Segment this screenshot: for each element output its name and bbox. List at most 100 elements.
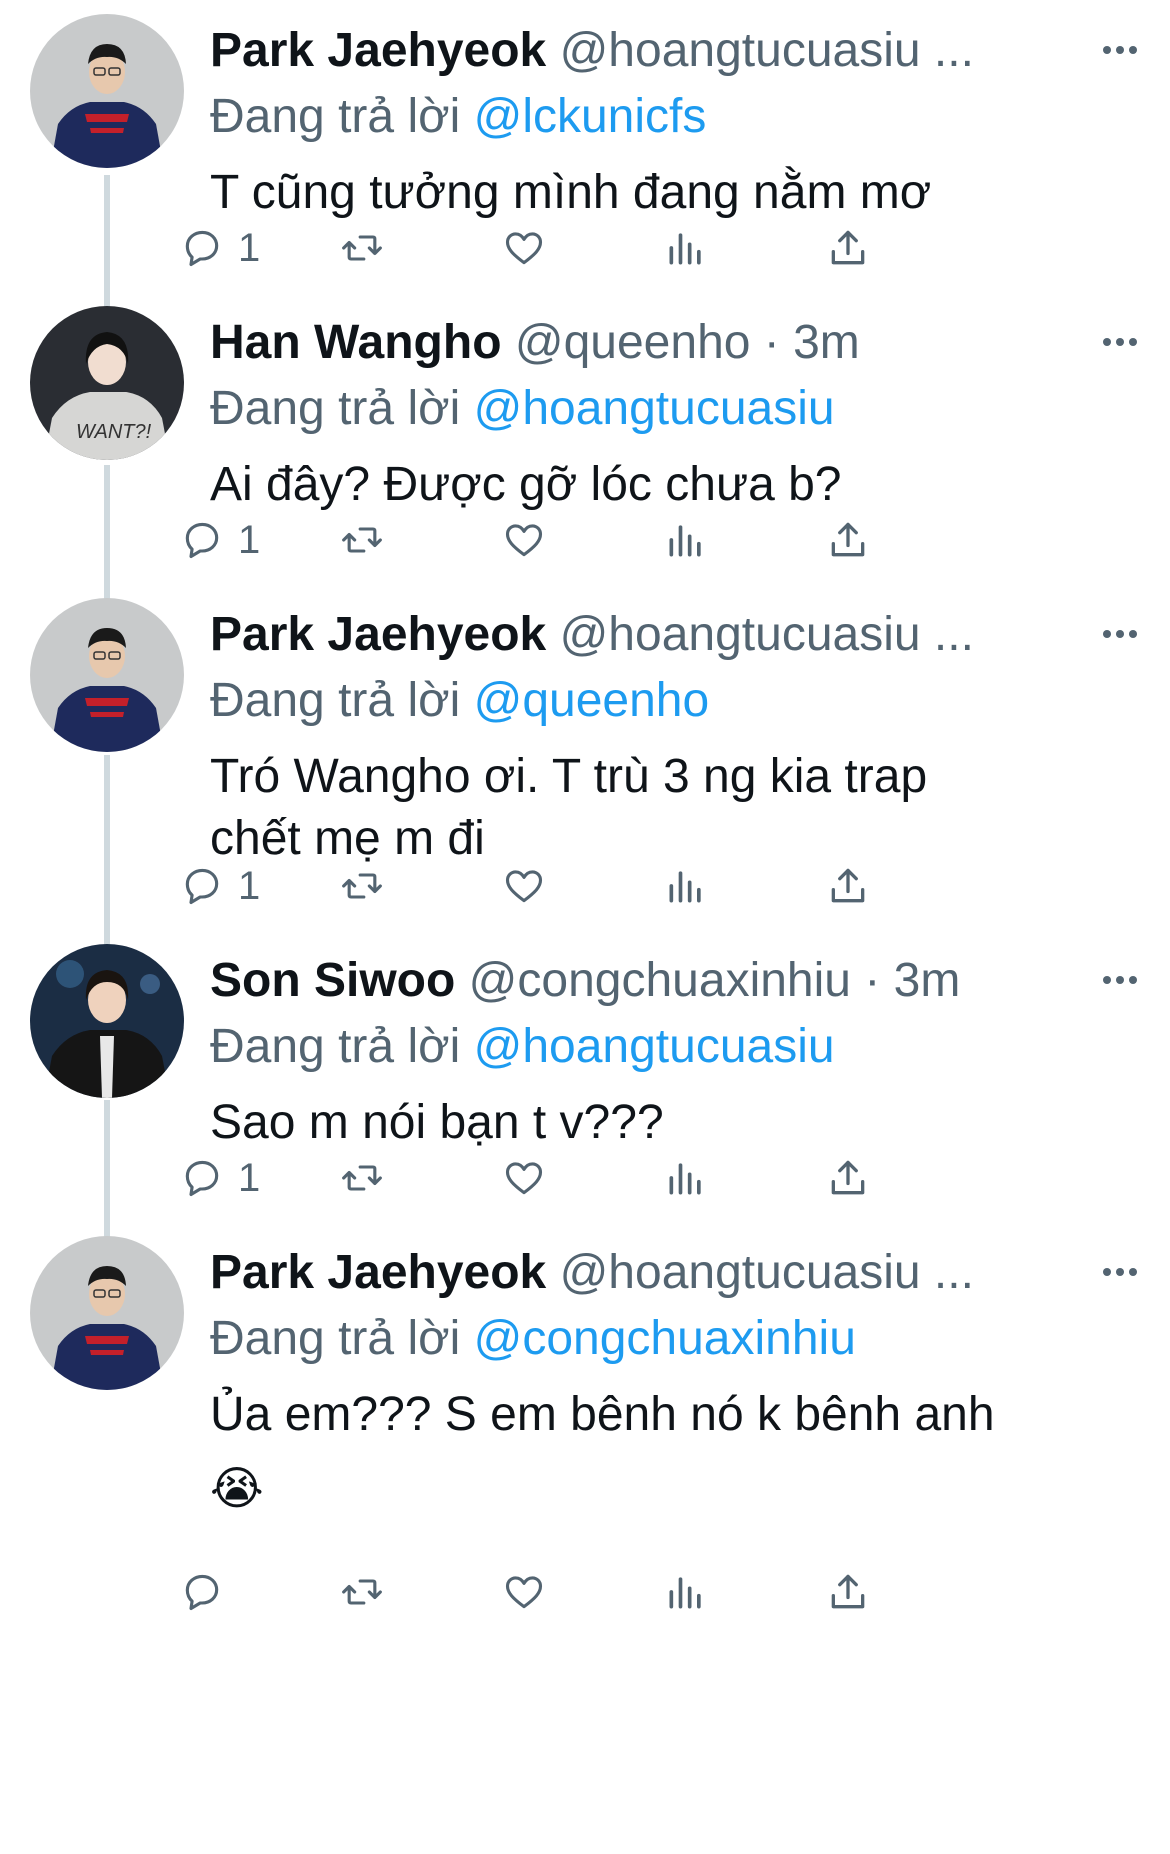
share-button[interactable] [826,856,870,916]
reply-mention[interactable]: @queenho [474,674,710,727]
handle[interactable]: @queenho · 3m [515,316,860,369]
reply-icon [185,868,219,905]
retweet-icon [342,235,382,261]
heart-icon [505,1576,543,1609]
replying-to: Đang trả lời @hoangtucuasiu [210,380,835,438]
replying-to: Đang trả lời @hoangtucuasiu [210,1018,835,1076]
heart-icon [505,232,543,265]
handle[interactable]: @hoangtucuasiu ... [560,1246,974,1299]
reply-count: 1 [238,225,261,270]
display-name[interactable]: Son Siwoo [210,954,455,1007]
reply-mention[interactable]: @lckunicfs [474,90,707,143]
reply-count: 1 [238,1155,261,1200]
reply-button[interactable] [180,1562,238,1622]
tweet-header: Park Jaehyeok @hoangtucuasiu ... [210,22,1120,80]
avatar[interactable] [30,1236,184,1390]
tweet-header: Han Wangho @queenho · 3m [210,314,1120,372]
reply-icon [185,522,219,559]
tweet[interactable]: WANT?! Han Wangho @queenho · 3m Đang trả… [0,292,1170,582]
share-icon [831,1160,865,1195]
reply-prefix: Đang trả lời [210,674,461,727]
reply-button[interactable]: 1 [180,1148,260,1208]
reply-prefix: Đang trả lời [210,1020,461,1073]
reply-button[interactable]: 1 [180,510,260,570]
avatar[interactable] [30,598,184,752]
views-button[interactable] [664,1562,708,1622]
share-button[interactable] [826,1148,870,1208]
more-options-icon[interactable] [1090,614,1150,654]
action-bar: 1 [185,218,1030,278]
views-button[interactable] [664,218,708,278]
share-icon [831,868,865,903]
views-button[interactable] [664,510,708,570]
reply-prefix: Đang trả lời [210,90,461,143]
like-button[interactable] [502,1562,546,1622]
avatar-hoodie: WANT?! [30,306,184,460]
reply-prefix: Đang trả lời [210,1312,461,1365]
views-button[interactable] [664,856,708,916]
tweet-header: Park Jaehyeok @hoangtucuasiu ... [210,606,1120,664]
share-icon [831,522,865,557]
avatar-jersey [30,14,184,168]
more-options-icon[interactable] [1090,30,1150,70]
retweet-button[interactable] [340,218,384,278]
views-button[interactable] [664,1148,708,1208]
tweet-header: Son Siwoo @congchuaxinhiu · 3m [210,952,1120,1010]
tweet[interactable]: Park Jaehyeok @hoangtucuasiu ... Đang tr… [0,0,1170,290]
reply-mention[interactable]: @congchuaxinhiu [474,1312,856,1365]
handle[interactable]: @hoangtucuasiu ... [560,608,974,661]
avatar-jersey [30,1236,184,1390]
handle[interactable]: @hoangtucuasiu ... [560,24,974,77]
more-options-icon[interactable] [1090,1252,1150,1292]
retweet-button[interactable] [340,1148,384,1208]
reply-button[interactable]: 1 [180,218,260,278]
retweet-button[interactable] [340,856,384,916]
like-button[interactable] [502,856,546,916]
reply-icon [185,1574,219,1611]
avatar[interactable] [30,944,184,1098]
analytics-icon [669,233,701,265]
retweet-button[interactable] [340,510,384,570]
action-bar [185,1562,1030,1622]
share-button[interactable] [826,510,870,570]
replying-to: Đang trả lời @queenho [210,672,709,730]
svg-text:WANT?!: WANT?! [76,421,152,443]
like-button[interactable] [502,1148,546,1208]
like-button[interactable] [502,510,546,570]
heart-icon [505,1162,543,1195]
tweet-text: Ủa em??? S em bênh nó k bênh anh [210,1388,995,1441]
share-button[interactable] [826,1562,870,1622]
display-name[interactable]: Park Jaehyeok [210,24,546,77]
like-button[interactable] [502,218,546,278]
tweet[interactable]: Park Jaehyeok @hoangtucuasiu ... Đang tr… [0,1222,1170,1854]
retweet-button[interactable] [340,1562,384,1622]
display-name[interactable]: Park Jaehyeok [210,1246,546,1299]
replying-to: Đang trả lời @congchuaxinhiu [210,1310,856,1368]
avatar-jersey [30,598,184,752]
avatar[interactable] [30,14,184,168]
handle[interactable]: @congchuaxinhiu · 3m [469,954,961,1007]
tweet-header: Park Jaehyeok @hoangtucuasiu ... [210,1244,1120,1302]
display-name[interactable]: Park Jaehyeok [210,608,546,661]
reply-mention[interactable]: @hoangtucuasiu [474,1020,835,1073]
tweet-text: Tró Wangho ơi. T trù 3 ng kia trap chết … [210,750,928,865]
reply-prefix: Đang trả lời [210,382,461,435]
action-bar: 1 [185,510,1030,570]
reply-button[interactable]: 1 [180,856,260,916]
more-options-icon[interactable] [1090,960,1150,1000]
tweet-text: Ai đây? Được gỡ lóc chưa b? [210,458,842,511]
more-options-icon[interactable] [1090,322,1150,362]
analytics-icon [669,1577,701,1609]
reply-mention[interactable]: @hoangtucuasiu [474,382,835,435]
tweet[interactable]: Park Jaehyeok @hoangtucuasiu ... Đang tr… [0,584,1170,934]
tweet[interactable]: Son Siwoo @congchuaxinhiu · 3m Đang trả … [0,930,1170,1220]
avatar[interactable]: WANT?! [30,306,184,460]
avatar-dark-jacket [30,944,184,1098]
analytics-icon [669,871,701,903]
display-name[interactable]: Han Wangho [210,316,502,369]
share-button[interactable] [826,218,870,278]
retweet-icon [342,1579,382,1605]
replying-to: Đang trả lời @lckunicfs [210,88,706,146]
share-icon [831,230,865,265]
tweet-text: Sao m nói bạn t v??? [210,1096,664,1149]
